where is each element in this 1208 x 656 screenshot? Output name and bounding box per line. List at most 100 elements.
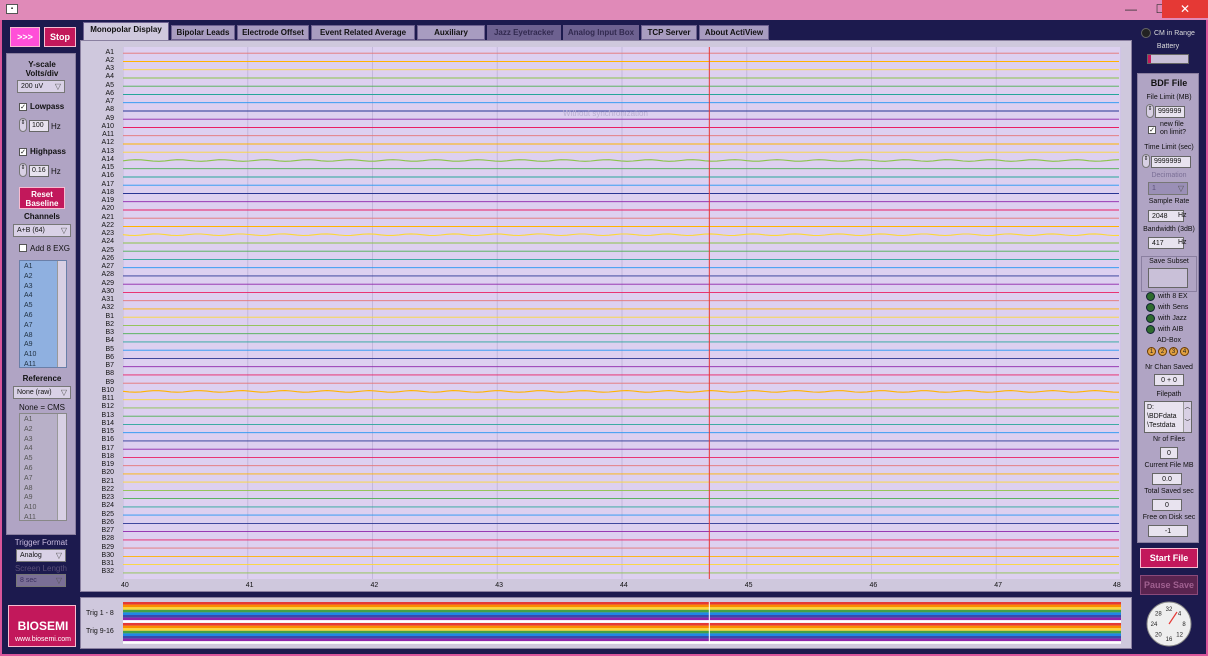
x-tick-label: 42 bbox=[370, 582, 379, 589]
list-item[interactable]: A7 bbox=[20, 321, 58, 331]
channel-label: B25 bbox=[101, 510, 114, 518]
dial-number: 32 bbox=[1166, 607, 1173, 613]
list-item[interactable]: A3 bbox=[20, 282, 58, 292]
reset-baseline-button[interactable]: Reset Baseline bbox=[19, 187, 65, 209]
list-item[interactable]: A11 bbox=[20, 360, 58, 370]
tab-bipolar-leads[interactable]: Bipolar Leads bbox=[171, 25, 235, 40]
bdf-file-panel: BDF File File Limit (MB) ⇕ 999999 ✓ new … bbox=[1137, 73, 1199, 543]
channel-label: A26 bbox=[101, 254, 114, 262]
tab-auxiliary-sensors[interactable]: Auxiliary Sensors bbox=[417, 25, 485, 50]
list-item[interactable]: A10 bbox=[20, 503, 58, 513]
list-item[interactable]: A11 bbox=[20, 513, 58, 523]
filepath-label: Filepath bbox=[1156, 391, 1182, 398]
channel-label: A11 bbox=[102, 131, 114, 139]
filepath-box[interactable]: D: \BDFdata \Testdata ︿ ﹀ bbox=[1144, 401, 1192, 433]
option-label: with Jazz bbox=[1158, 315, 1187, 322]
list-item[interactable]: A4 bbox=[20, 444, 58, 454]
highpass-stepper[interactable]: ⇕ bbox=[19, 163, 27, 177]
trigger-panel: Trig 1 - 8 Trig 9-16 bbox=[80, 597, 1132, 649]
adbox-button[interactable]: 2 bbox=[1158, 347, 1167, 356]
list-item[interactable]: A4 bbox=[20, 291, 58, 301]
highpass-checkbox[interactable]: ✓ bbox=[19, 148, 27, 156]
yscale-dropdown[interactable]: 200 uV bbox=[17, 80, 65, 93]
channel-label: A8 bbox=[105, 106, 114, 114]
stop-button[interactable]: Stop bbox=[44, 27, 76, 47]
save-subset-field[interactable] bbox=[1148, 268, 1188, 288]
lowpass-input[interactable]: 100 bbox=[29, 120, 49, 132]
file-limit-label: File Limit (MB) bbox=[1146, 94, 1192, 101]
x-tick-label: 47 bbox=[994, 582, 1003, 589]
channels-dropdown[interactable]: A+B (64) bbox=[13, 224, 71, 237]
list-item[interactable]: A9 bbox=[20, 340, 58, 350]
tab-event-related-average[interactable]: Event Related Average bbox=[311, 25, 415, 40]
free-disk-value: -1 bbox=[1148, 525, 1188, 537]
sample-rate-label: Sample Rate bbox=[1148, 198, 1190, 205]
list-item[interactable]: A2 bbox=[20, 272, 58, 282]
channel-label: A5 bbox=[105, 81, 114, 89]
lowpass-stepper[interactable]: ⇕ bbox=[19, 118, 27, 132]
trigger-format-dropdown[interactable]: Analog bbox=[16, 549, 66, 562]
list-item[interactable]: A5 bbox=[20, 301, 58, 311]
trigger-format-label: Trigger Format bbox=[14, 538, 68, 547]
adbox-button[interactable]: 4 bbox=[1180, 347, 1189, 356]
trigger-band bbox=[123, 604, 1121, 608]
channel-label: B7 bbox=[105, 362, 114, 370]
channel-label: B31 bbox=[101, 560, 114, 568]
list-item[interactable]: A9 bbox=[20, 493, 58, 503]
start-acquisition-button[interactable]: >>> bbox=[10, 27, 40, 47]
list-item[interactable]: A7 bbox=[20, 474, 58, 484]
option-led[interactable] bbox=[1146, 303, 1155, 312]
reference-list[interactable]: A1 A2 A3 A4 A5 A6 A7 A8 A9 A10 A11 bbox=[19, 413, 67, 521]
minimize-button[interactable]: — bbox=[1116, 0, 1146, 18]
time-limit-input[interactable]: 9999999 bbox=[1151, 156, 1191, 168]
list-item[interactable]: A2 bbox=[20, 425, 58, 435]
reference-dropdown[interactable]: None (raw) bbox=[13, 386, 71, 399]
channel-label: A23 bbox=[101, 230, 114, 238]
channel-list[interactable]: A1 A2 A3 A4 A5 A6 A7 A8 A9 A10 A11 bbox=[19, 260, 67, 368]
bandwidth-unit: Hz bbox=[1178, 239, 1187, 246]
list-item[interactable]: A3 bbox=[20, 435, 58, 445]
add-exg-checkbox[interactable] bbox=[19, 244, 27, 252]
cm-in-range-label: CM in Range bbox=[1154, 30, 1195, 37]
channel-label: B14 bbox=[101, 419, 114, 427]
nr-files-label: Nr of Files bbox=[1153, 436, 1185, 443]
close-button[interactable]: ✕ bbox=[1162, 0, 1208, 18]
list-item[interactable]: A10 bbox=[20, 350, 58, 360]
lowpass-checkbox[interactable]: ✓ bbox=[19, 103, 27, 111]
file-limit-stepper[interactable]: ⇕ bbox=[1146, 104, 1154, 118]
list-item[interactable]: A8 bbox=[20, 484, 58, 494]
option-led[interactable] bbox=[1146, 292, 1155, 301]
eeg-plot[interactable]: Without synchronization bbox=[123, 47, 1121, 579]
adbox-button[interactable]: 1 bbox=[1147, 347, 1156, 356]
channel-label: B30 bbox=[101, 551, 114, 559]
tab-monopolar-display[interactable]: Monopolar Display bbox=[83, 22, 169, 41]
list-item[interactable]: A5 bbox=[20, 454, 58, 464]
file-limit-input[interactable]: 999999 bbox=[1155, 106, 1185, 118]
trigger-band bbox=[123, 623, 1121, 626]
channel-label: B9 bbox=[105, 378, 114, 386]
filepath-line: \Testdata bbox=[1147, 422, 1176, 429]
reference-list-scrollbar[interactable] bbox=[57, 414, 66, 520]
channel-list-scrollbar[interactable] bbox=[57, 261, 66, 367]
battery-label: Battery bbox=[1156, 43, 1180, 50]
tab-tcp-server[interactable]: TCP Server bbox=[641, 25, 697, 40]
filepath-scrollbar[interactable]: ︿ ﹀ bbox=[1183, 402, 1191, 432]
x-tick-label: 48 bbox=[1113, 582, 1121, 589]
list-item[interactable]: A6 bbox=[20, 311, 58, 321]
option-led[interactable] bbox=[1146, 314, 1155, 323]
time-limit-stepper[interactable]: ⇕ bbox=[1142, 154, 1150, 168]
start-file-button[interactable]: Start File bbox=[1140, 548, 1198, 568]
tab-about-actiview[interactable]: About ActiView bbox=[699, 25, 769, 40]
list-item[interactable]: A8 bbox=[20, 331, 58, 341]
list-item[interactable]: A1 bbox=[20, 415, 58, 425]
list-item[interactable]: A1 bbox=[20, 262, 58, 272]
list-item[interactable]: A6 bbox=[20, 464, 58, 474]
trigger-bands bbox=[123, 602, 1121, 644]
dial-number: 28 bbox=[1155, 611, 1162, 617]
adbox-button[interactable]: 3 bbox=[1169, 347, 1178, 356]
option-led[interactable] bbox=[1146, 325, 1155, 334]
highpass-input[interactable]: 0.16 bbox=[29, 165, 49, 177]
new-file-checkbox[interactable]: ✓ bbox=[1148, 126, 1156, 134]
tab-electrode-offset[interactable]: Electrode Offset bbox=[237, 25, 309, 40]
channel-label: A15 bbox=[101, 164, 114, 172]
